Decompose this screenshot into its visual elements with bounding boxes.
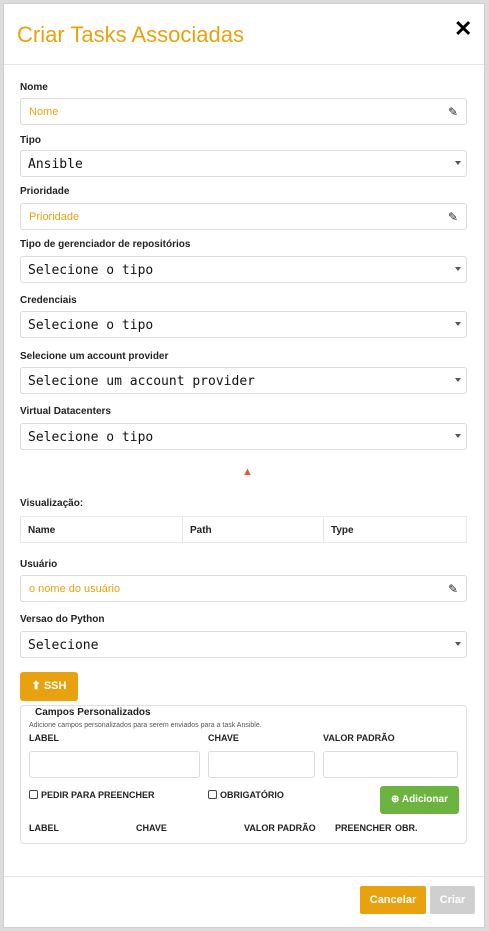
table-header-default: VALOR PADRÃO — [244, 823, 316, 833]
credenciais-value: Selecione o tipo — [28, 318, 154, 333]
python-label: Versao do Python — [20, 614, 105, 625]
custom-key-label: CHAVE — [208, 733, 239, 743]
add-custom-field-button[interactable]: ⊕ Adicionar — [380, 786, 459, 814]
prioridade-input[interactable]: Prioridade ✎ — [20, 203, 467, 230]
table-header-key: CHAVE — [136, 823, 167, 833]
ask-fill-checkbox[interactable]: PEDIR PARA PREENCHER — [29, 790, 155, 800]
nome-input[interactable]: Nome ✎ — [20, 98, 467, 125]
prioridade-placeholder: Prioridade — [29, 211, 80, 223]
col-type-header: Type — [331, 525, 354, 536]
table-header-fill: PREENCHER — [335, 823, 392, 833]
nome-label: Nome — [20, 82, 48, 93]
chevron-down-icon — [455, 267, 461, 271]
create-button[interactable]: Criar — [430, 886, 475, 914]
virtual-datacenters-select[interactable]: Selecione o tipo — [20, 423, 467, 450]
cancel-button[interactable]: Cancelar — [360, 886, 426, 914]
pencil-icon: ✎ — [447, 105, 458, 119]
custom-fields-legend: Campos Personalizados — [32, 707, 154, 718]
python-value: Selecione — [28, 638, 99, 653]
prioridade-label: Prioridade — [20, 186, 70, 197]
add-button-label: Adicionar — [401, 794, 448, 805]
table-header-required: OBR. — [395, 823, 418, 833]
required-checkbox[interactable]: OBRIGATÓRIO — [208, 790, 284, 800]
virtual-datacenters-value: Selecione o tipo — [28, 430, 154, 445]
plus-circle-icon: ⊕ — [391, 794, 400, 805]
modal-title: Criar Tasks Associadas — [17, 22, 245, 47]
ask-fill-label: PEDIR PARA PREENCHER — [41, 790, 155, 800]
visualizacao-table: Name Path Type — [20, 516, 467, 543]
pencil-icon: ✎ — [447, 210, 458, 224]
modal-header: Criar Tasks Associadas ✕ — [4, 4, 484, 65]
upload-icon: ⬆ — [31, 680, 41, 692]
custom-fields-hint: Adicione campos personalizados para sere… — [29, 722, 262, 729]
account-provider-label: Selecione um account provider — [20, 351, 169, 362]
close-icon[interactable]: ✕ — [454, 18, 472, 40]
col-name-header: Name — [28, 525, 56, 536]
usuario-placeholder: o nome do usuário — [29, 583, 121, 595]
footer-divider — [4, 876, 484, 877]
repo-manager-label: Tipo de gerenciador de repositórios — [20, 239, 191, 250]
virtual-datacenters-label: Virtual Datacenters — [20, 406, 111, 417]
warning-icon: ▲ — [242, 466, 253, 478]
account-provider-value: Selecione um account provider — [28, 374, 255, 389]
table-header-label: LABEL — [29, 823, 59, 833]
credenciais-select[interactable]: Selecione o tipo — [20, 311, 467, 338]
credenciais-label: Credenciais — [20, 295, 77, 306]
custom-label-input[interactable] — [29, 751, 200, 778]
usuario-label: Usuário — [20, 559, 58, 570]
checkbox-icon — [208, 790, 217, 799]
chevron-down-icon — [455, 322, 461, 326]
required-label: OBRIGATÓRIO — [220, 790, 284, 800]
usuario-input[interactable]: o nome do usuário ✎ — [20, 575, 467, 602]
tipo-select[interactable]: Ansible — [20, 150, 467, 177]
column-divider — [182, 517, 183, 542]
ssh-button-label: SSH — [43, 680, 67, 692]
chevron-down-icon — [455, 378, 461, 382]
custom-label-label: LABEL — [29, 733, 59, 743]
pencil-icon: ✎ — [447, 582, 458, 596]
visualizacao-label: Visualização: — [20, 498, 84, 509]
ssh-button[interactable]: ⬆ SSH — [20, 672, 78, 701]
repo-manager-select[interactable]: Selecione o tipo — [20, 256, 467, 283]
account-provider-select[interactable]: Selecione um account provider — [20, 367, 467, 394]
chevron-down-icon — [455, 642, 461, 646]
repo-manager-value: Selecione o tipo — [28, 263, 154, 278]
custom-default-label: VALOR PADRÃO — [323, 733, 395, 743]
checkbox-icon — [29, 790, 38, 799]
nome-placeholder: Nome — [29, 106, 59, 118]
modal-dialog: Criar Tasks Associadas ✕ Nome Nome ✎ Tip… — [3, 3, 485, 928]
tipo-value: Ansible — [28, 157, 83, 172]
chevron-down-icon — [455, 434, 461, 438]
python-select[interactable]: Selecione — [20, 631, 467, 658]
column-divider — [323, 517, 324, 542]
col-path-header: Path — [190, 525, 212, 536]
custom-default-input[interactable] — [323, 751, 458, 778]
chevron-down-icon — [455, 161, 461, 165]
custom-key-input[interactable] — [208, 751, 315, 778]
tipo-label: Tipo — [20, 135, 41, 146]
